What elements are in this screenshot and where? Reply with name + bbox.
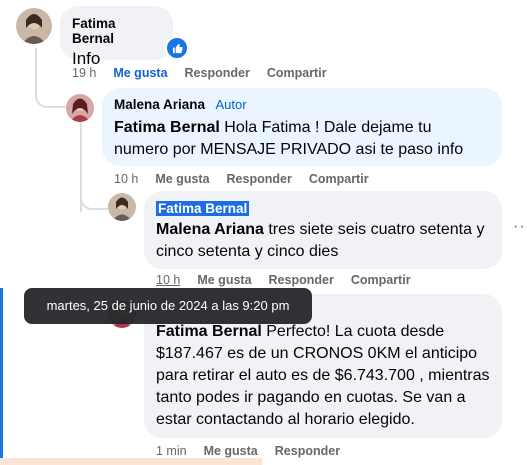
timestamp[interactable]: 1 min bbox=[156, 444, 187, 458]
like-button[interactable]: Me gusta bbox=[155, 172, 209, 186]
reply-button[interactable]: Responder bbox=[227, 172, 292, 186]
commenter-header: Fatima Bernal bbox=[156, 200, 490, 218]
like-button[interactable]: Me gusta bbox=[113, 66, 167, 80]
author-badge: Autor bbox=[215, 97, 247, 112]
comment-actions: 10 h Me gusta Responder Compartir bbox=[114, 172, 386, 186]
commenter-name[interactable]: Malena Ariana bbox=[114, 97, 205, 112]
more-options-icon[interactable]: ··· bbox=[513, 218, 527, 236]
share-button[interactable]: Compartir bbox=[351, 273, 411, 287]
timestamp[interactable]: 19 h bbox=[72, 66, 96, 80]
avatar[interactable] bbox=[16, 8, 52, 44]
comment-bubble: Fatima Bernal Malena Ariana tres siete s… bbox=[144, 191, 502, 269]
composer-edge bbox=[0, 458, 262, 465]
comment-text: Fatima Bernal Perfecto! La cuota desde $… bbox=[156, 321, 490, 431]
comment-text: Malena Ariana tres siete seis cuatro set… bbox=[156, 219, 490, 263]
like-button[interactable]: Me gusta bbox=[204, 444, 258, 458]
commenter-name[interactable]: Fatima Bernal bbox=[72, 16, 161, 46]
timestamp[interactable]: 10 h bbox=[156, 273, 180, 287]
timestamp-tooltip: martes, 25 de junio de 2024 a las 9:20 p… bbox=[24, 288, 312, 324]
reply-button[interactable]: Responder bbox=[269, 273, 334, 287]
comment-actions: 19 h Me gusta Responder Compartir bbox=[72, 66, 344, 80]
share-button[interactable]: Compartir bbox=[267, 66, 327, 80]
like-button[interactable]: Me gusta bbox=[197, 273, 251, 287]
like-reaction-icon[interactable] bbox=[165, 36, 189, 60]
share-button[interactable]: Compartir bbox=[309, 172, 369, 186]
reply-button[interactable]: Responder bbox=[275, 444, 340, 458]
thread-line bbox=[35, 48, 67, 108]
timestamp[interactable]: 10 h bbox=[114, 172, 138, 186]
comment-actions: 10 h Me gusta Responder Compartir bbox=[156, 273, 428, 287]
avatar[interactable] bbox=[108, 193, 136, 221]
commenter-name[interactable]: Fatima Bernal bbox=[156, 201, 250, 216]
commenter-header: Malena Ariana Autor bbox=[114, 96, 490, 114]
comment-text: Fatima Bernal Hola Fatima ! Dale dejame … bbox=[114, 117, 490, 161]
comment-bubble: Malena Ariana Autor Fatima Bernal Hola F… bbox=[102, 88, 502, 166]
mention-link[interactable]: Malena Ariana bbox=[156, 221, 264, 238]
comment-actions: 1 min Me gusta Responder bbox=[156, 444, 357, 458]
comment-bubble: Fatima Bernal Info bbox=[60, 6, 173, 68]
avatar[interactable] bbox=[66, 94, 94, 122]
mention-link[interactable]: Fatima Bernal bbox=[156, 323, 262, 340]
mention-link[interactable]: Fatima Bernal bbox=[114, 119, 220, 136]
reply-button[interactable]: Responder bbox=[185, 66, 250, 80]
focus-indicator bbox=[0, 288, 3, 458]
